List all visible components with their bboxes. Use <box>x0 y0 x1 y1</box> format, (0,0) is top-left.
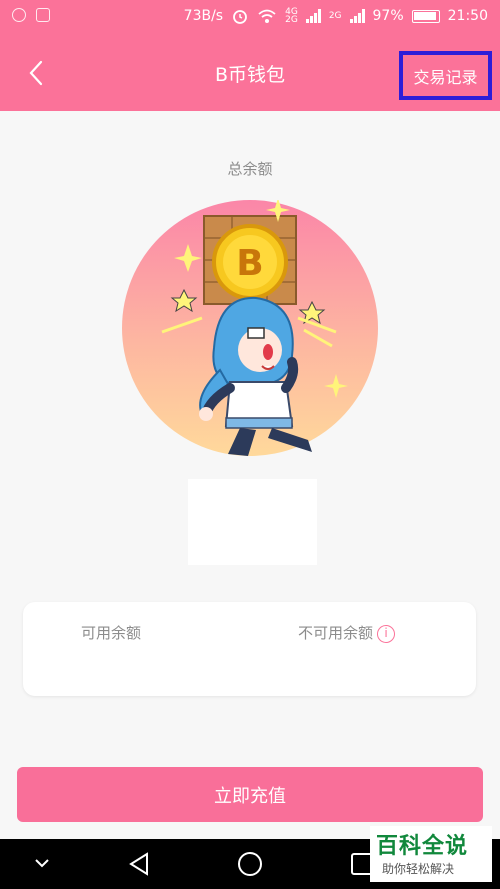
balance-card: 可用余额 不可用余额 i <box>23 602 476 696</box>
app-header: B币钱包 交易记录 <box>0 32 500 111</box>
status-bar: 73B/s 4G 2G 2G 97% 21:50 <box>0 0 500 32</box>
app-notification-icon <box>12 8 26 22</box>
net-speed: 73B/s <box>183 8 224 24</box>
available-balance-label: 可用余额 <box>81 624 142 642</box>
notification-icons <box>12 8 50 22</box>
watermark-logo: 百科全说 助你轻松解决 <box>370 826 492 882</box>
svg-text:B: B <box>236 243 263 284</box>
total-balance-label: 总余额 <box>227 160 273 178</box>
chevron-down-icon[interactable] <box>34 857 50 869</box>
status-right: 73B/s 4G 2G 2G 97% 21:50 <box>184 7 488 25</box>
balance-amount-placeholder <box>188 479 317 565</box>
wifi-icon <box>258 9 276 23</box>
info-icon[interactable]: i <box>377 624 396 643</box>
watermark-subtitle: 助你轻松解决 <box>382 862 455 876</box>
network-type-2g: 2G <box>328 11 342 21</box>
wallet-illustration: B <box>122 198 378 456</box>
clock: 21:50 <box>447 8 488 24</box>
mascot-coin-illustration: B <box>161 198 348 456</box>
back-triangle-icon[interactable] <box>127 851 151 877</box>
unavailable-balance: 不可用余额 i <box>298 622 396 643</box>
home-circle-icon[interactable] <box>237 851 263 877</box>
signal-icon-2 <box>349 9 365 23</box>
unavailable-balance-label: 不可用余额 <box>298 624 374 642</box>
transaction-records-button[interactable]: 交易记录 <box>399 51 492 100</box>
network-type: 4G 2G <box>285 7 298 25</box>
recharge-button[interactable]: 立即充值 <box>17 767 483 822</box>
signal-icon <box>305 9 321 23</box>
battery-icon <box>411 9 440 23</box>
battery-percent: 97% <box>372 8 404 24</box>
image-notification-icon <box>36 8 50 22</box>
watermark-title: 百科全说 <box>376 834 469 859</box>
alarm-icon <box>233 10 248 24</box>
